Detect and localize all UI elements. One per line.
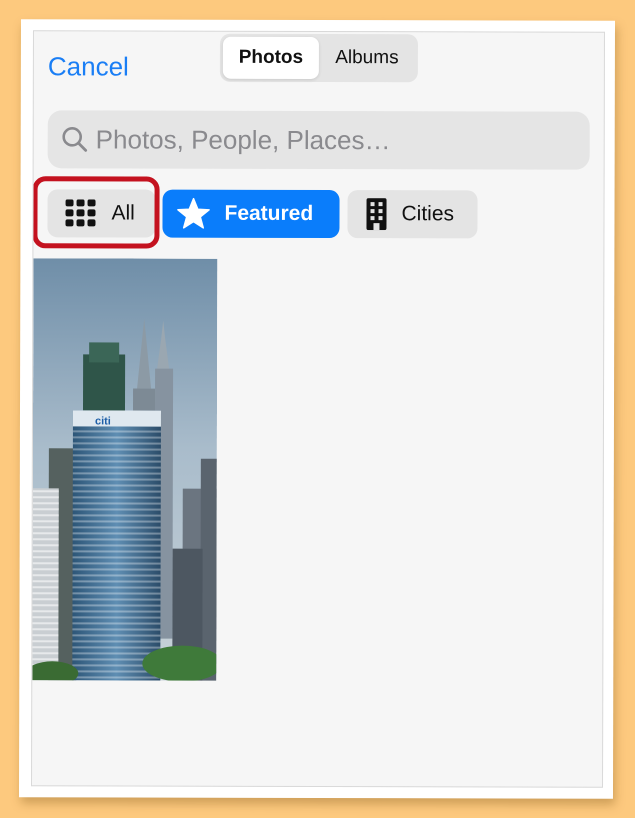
tab-albums[interactable]: Albums [319, 37, 415, 79]
search-icon [62, 127, 88, 152]
screenshot-frame: Cancel Photos Albums Photos, People, Pla… [18, 19, 616, 799]
photo-thumbnail[interactable]: citi [32, 258, 218, 681]
photo-picker: Cancel Photos Albums Photos, People, Pla… [31, 30, 605, 788]
filter-all-label: All [111, 201, 135, 225]
building-icon [366, 198, 387, 231]
svg-text:citi: citi [95, 415, 111, 427]
star-icon [177, 197, 210, 229]
filter-all-button[interactable]: All [47, 189, 156, 238]
search-bar[interactable] [47, 110, 590, 170]
tab-photos[interactable]: Photos [222, 36, 319, 80]
source-segmented-control: Photos Albums [219, 33, 418, 83]
cancel-button[interactable]: Cancel [48, 51, 129, 82]
grid-icon [65, 199, 96, 227]
filter-cities-button[interactable]: Cities [347, 190, 478, 239]
city-skyline-photo: citi [32, 258, 218, 681]
filter-featured-label: Featured [224, 201, 314, 225]
filter-cities-label: Cities [401, 202, 455, 226]
search-input[interactable] [93, 122, 568, 158]
filter-featured-button[interactable]: Featured [162, 189, 340, 239]
